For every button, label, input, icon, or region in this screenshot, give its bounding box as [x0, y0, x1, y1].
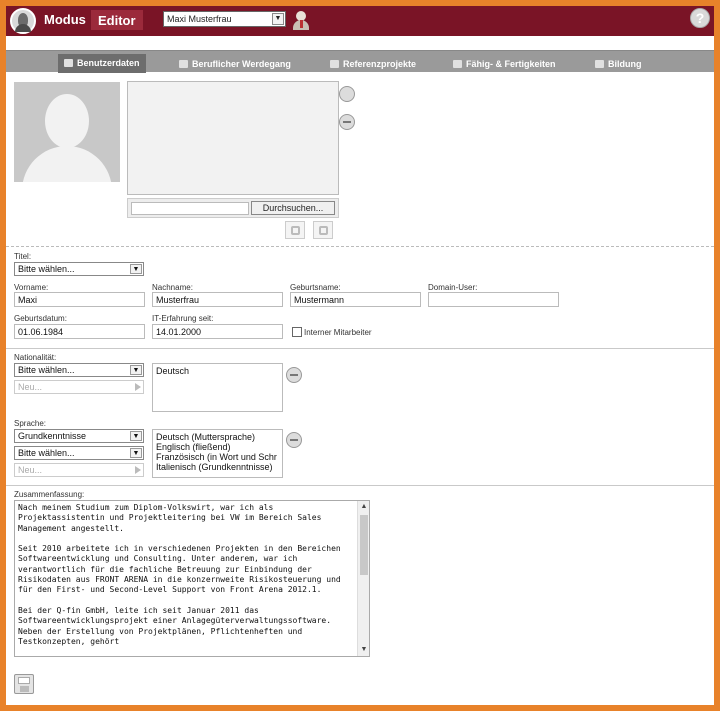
chevron-down-icon[interactable]: ▼ — [130, 448, 142, 458]
scroll-up-icon[interactable]: ▲ — [359, 502, 369, 512]
domain-user-label: Domain-User: — [428, 283, 478, 292]
editor-window: Modus Editor Maxi Musterfrau ▼ ? Benutze… — [6, 6, 714, 705]
remove-photo-icon[interactable] — [339, 114, 355, 130]
nachname-label: Nachname: — [152, 283, 193, 292]
it-erfahrung-label: IT-Erfahrung seit: — [152, 314, 214, 323]
scrollbar[interactable]: ▲ ▼ — [357, 501, 369, 656]
crop-icon[interactable] — [285, 221, 305, 239]
book-icon — [595, 60, 604, 68]
titel-select[interactable]: Bitte wählen... ▼ — [14, 262, 144, 276]
nationalitaet-new-input[interactable]: Neu... — [14, 380, 144, 394]
geburtsdatum-field[interactable]: 01.06.1984 — [14, 324, 145, 339]
vorname-label: Vorname: — [14, 283, 49, 292]
geburtsname-label: Geburtsname: — [290, 283, 341, 292]
sprache-label: Sprache: — [14, 419, 47, 428]
scroll-down-icon[interactable]: ▼ — [359, 645, 369, 655]
sprache-level-value: Grundkenntnisse — [18, 431, 87, 441]
tab-bildung[interactable]: Bildung — [589, 56, 648, 73]
sprache-level-select[interactable]: Grundkenntnisse ▼ — [14, 429, 144, 443]
spacer-bar — [6, 36, 714, 50]
titel-label: Titel: — [14, 252, 32, 261]
top-bar: Modus Editor Maxi Musterfrau ▼ ? — [6, 6, 714, 36]
it-erfahrung-field[interactable]: 14.01.2000 — [152, 324, 283, 339]
domain-user-field[interactable] — [428, 292, 559, 307]
confirm-photo-icon[interactable] — [339, 86, 355, 102]
list-item[interactable]: Italienisch (Grundkenntnisse) — [156, 462, 279, 472]
sprache-list[interactable]: Deutsch (Muttersprache) Englisch (fließe… — [152, 429, 283, 478]
chevron-down-icon[interactable]: ▼ — [130, 431, 142, 441]
tab-label: Bildung — [608, 59, 642, 69]
chevron-down-icon[interactable]: ▼ — [130, 365, 142, 375]
tab-referenzprojekte[interactable]: Referenzprojekte — [324, 56, 422, 73]
browse-button[interactable]: Durchsuchen... — [251, 201, 335, 215]
add-arrow-icon[interactable] — [135, 466, 141, 474]
upload-row: Durchsuchen... — [127, 198, 339, 218]
user-select-value: Maxi Musterfrau — [167, 14, 232, 24]
tab-label: Beruflicher Werdegang — [192, 59, 291, 69]
tab-label: Referenzprojekte — [343, 59, 417, 69]
skills-icon — [453, 60, 462, 68]
nationalitaet-select-value: Bitte wählen... — [18, 365, 75, 375]
upload-icon[interactable] — [313, 221, 333, 239]
tab-benutzerdaten[interactable]: Benutzerdaten — [58, 54, 146, 73]
user-select[interactable]: Maxi Musterfrau ▼ — [163, 11, 286, 27]
tab-label: Benutzerdaten — [77, 58, 140, 68]
divider — [6, 485, 714, 486]
placeholder-text: Neu... — [18, 465, 43, 475]
list-item[interactable]: Deutsch (Muttersprache) — [156, 432, 279, 442]
remove-sprache-icon[interactable] — [286, 432, 302, 448]
nachname-field[interactable]: Musterfrau — [152, 292, 283, 307]
brand-name: Modus — [44, 12, 86, 27]
tab-label: Fähig- & Fertigkeiten — [466, 59, 556, 69]
logo-icon — [10, 8, 36, 34]
chevron-down-icon[interactable]: ▼ — [130, 264, 142, 274]
sprache-new-input[interactable]: Neu... — [14, 463, 144, 477]
file-path-input[interactable] — [131, 202, 249, 215]
interner-mitarbeiter-label: Interner Mitarbeiter — [304, 328, 372, 337]
help-icon[interactable]: ? — [690, 8, 710, 28]
sprache-select-value: Bitte wählen... — [18, 448, 75, 458]
photo-actions — [281, 221, 339, 239]
divider — [6, 246, 714, 247]
nationalitaet-label: Nationalität: — [14, 353, 57, 362]
list-item[interactable]: Englisch (fließend) — [156, 442, 279, 452]
scroll-thumb[interactable] — [360, 515, 368, 575]
save-icon[interactable] — [14, 674, 34, 694]
avatar-placeholder — [14, 82, 120, 182]
tab-beruflicher-werdegang[interactable]: Beruflicher Werdegang — [173, 56, 297, 73]
geburtsname-field[interactable]: Mustermann — [290, 292, 421, 307]
divider — [6, 348, 714, 349]
career-icon — [179, 60, 188, 68]
list-item[interactable]: Deutsch — [156, 366, 279, 376]
brand-mode: Editor — [91, 10, 143, 30]
photo-preview — [127, 81, 339, 195]
chevron-down-icon[interactable]: ▼ — [272, 13, 284, 25]
user-icon[interactable] — [293, 11, 311, 31]
zusammenfassung-textarea[interactable]: Nach meinem Studium zum Diplom-Volkswirt… — [14, 500, 370, 657]
interner-mitarbeiter-checkbox[interactable] — [292, 327, 302, 337]
placeholder-text: Neu... — [18, 382, 43, 392]
titel-value: Bitte wählen... — [18, 264, 75, 274]
tab-faehigkeiten[interactable]: Fähig- & Fertigkeiten — [447, 56, 562, 73]
folder-icon — [330, 60, 339, 68]
remove-nationalitaet-icon[interactable] — [286, 367, 302, 383]
add-arrow-icon[interactable] — [135, 383, 141, 391]
nationalitaet-list[interactable]: Deutsch — [152, 363, 283, 412]
zusammenfassung-label: Zusammenfassung: — [14, 490, 85, 499]
sprache-select[interactable]: Bitte wählen... ▼ — [14, 446, 144, 460]
vorname-field[interactable]: Maxi — [14, 292, 145, 307]
list-item[interactable]: Französisch (in Wort und Schr — [156, 452, 279, 462]
user-card-icon — [64, 59, 73, 67]
zusammenfassung-text: Nach meinem Studium zum Diplom-Volkswirt… — [18, 503, 341, 646]
nationalitaet-select[interactable]: Bitte wählen... ▼ — [14, 363, 144, 377]
geburtsdatum-label: Geburtsdatum: — [14, 314, 67, 323]
tab-bar: Benutzerdaten Beruflicher Werdegang Refe… — [6, 50, 714, 73]
